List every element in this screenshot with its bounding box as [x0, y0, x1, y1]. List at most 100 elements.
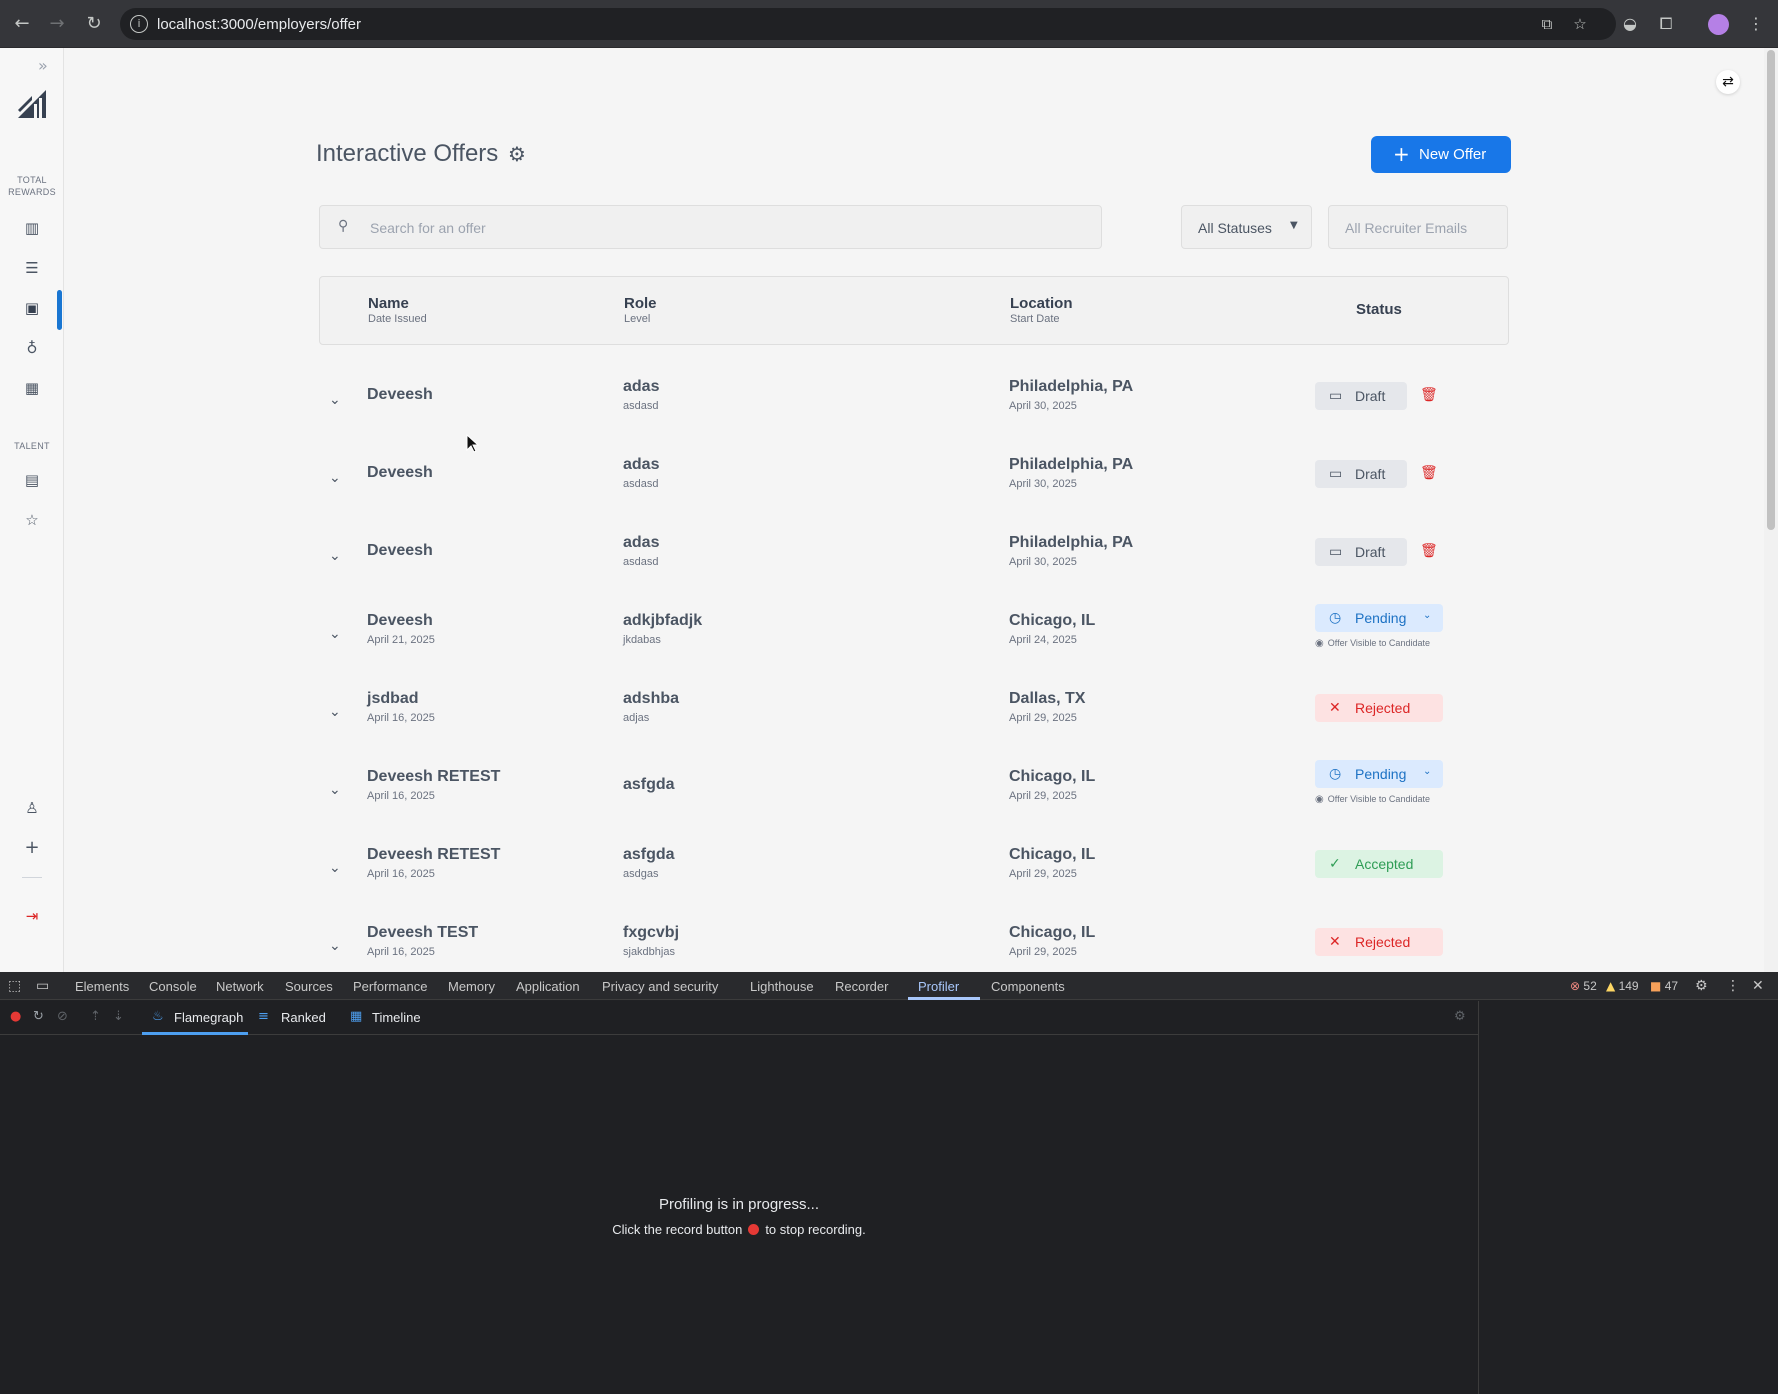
- document-icon[interactable]: ▤: [20, 468, 44, 492]
- table-row[interactable]: ⌄ jsdbad April 16, 2025 adshba adjas Dal…: [319, 682, 1509, 752]
- issues-count[interactable]: ■ 47: [1650, 979, 1678, 993]
- profiler-settings-icon[interactable]: ⚙: [1454, 1009, 1466, 1024]
- tab-application[interactable]: Application: [516, 979, 580, 994]
- expand-chevron-icon[interactable]: ⌄: [329, 938, 341, 954]
- forward-icon[interactable]: →: [45, 12, 69, 36]
- device-toolbar-icon[interactable]: ▭: [36, 978, 49, 994]
- bar-chart-icon[interactable]: ▥: [20, 216, 44, 240]
- table-row[interactable]: ⌄ Deveesh TEST April 16, 2025 fxgcvbj sj…: [319, 916, 1509, 972]
- star-icon[interactable]: ☆: [20, 508, 44, 532]
- error-count[interactable]: ⊗ 52: [1570, 979, 1597, 993]
- tab-elements[interactable]: Elements: [75, 979, 129, 994]
- add-icon[interactable]: +: [20, 836, 44, 860]
- tab-recorder[interactable]: Recorder: [835, 979, 888, 994]
- extensions-icon[interactable]: ⧠: [1654, 12, 1678, 36]
- tab-network[interactable]: Network: [216, 979, 264, 994]
- section-total-rewards: TOTAL REWARDS: [8, 175, 56, 197]
- url-text[interactable]: localhost:3000/employers/offer: [157, 16, 361, 33]
- status-dropdown[interactable]: ◷ Pending ⌄: [1315, 760, 1443, 788]
- status-badge[interactable]: ▭ Draft: [1315, 538, 1407, 566]
- status-badge[interactable]: ✕ Rejected: [1315, 694, 1443, 722]
- back-icon[interactable]: ←: [10, 12, 34, 36]
- scrollbar-thumb[interactable]: [1767, 50, 1775, 530]
- header-status[interactable]: Status: [1356, 301, 1402, 318]
- table-row[interactable]: ⌄ Deveesh adas asdasd Philadelphia, PA A…: [319, 448, 1509, 518]
- calculator-icon[interactable]: ▦: [20, 376, 44, 400]
- browser-toolbar: ← → ↻ i localhost:3000/employers/offer ⧉…: [0, 0, 1778, 48]
- address-bar[interactable]: i localhost:3000/employers/offer ⧉ ☆: [120, 8, 1616, 40]
- bookmark-star-icon[interactable]: ☆: [1570, 14, 1590, 34]
- table-row[interactable]: ⌄ Deveesh adas asdasd Philadelphia, PA A…: [319, 370, 1509, 440]
- expand-chevron-icon[interactable]: ⌄: [329, 470, 341, 486]
- expand-chevron-icon[interactable]: ⌄: [329, 392, 341, 408]
- expand-chevron-icon[interactable]: ⌄: [329, 548, 341, 564]
- clear-icon[interactable]: ⊘: [57, 1009, 68, 1024]
- subtab-flamegraph[interactable]: Flamegraph: [174, 1010, 243, 1025]
- table-row[interactable]: ⌄ Deveesh April 21, 2025 adkjbfadjk jkda…: [319, 604, 1509, 674]
- subtab-ranked[interactable]: Ranked: [281, 1010, 326, 1025]
- tab-privacy-security[interactable]: Privacy and security: [602, 979, 718, 994]
- expand-chevron-icon[interactable]: ⌄: [329, 860, 341, 876]
- record-dot-icon[interactable]: [748, 1224, 760, 1235]
- header-start-date: Start Date: [1010, 313, 1060, 325]
- page-scrollbar[interactable]: [1764, 48, 1778, 972]
- status-badge[interactable]: ✕ Rejected: [1315, 928, 1443, 956]
- profile-avatar[interactable]: [1708, 14, 1729, 35]
- tab-lighthouse[interactable]: Lighthouse: [750, 979, 814, 994]
- expand-chevron-icon[interactable]: ⌄: [329, 782, 341, 798]
- header-location[interactable]: Location: [1010, 295, 1073, 312]
- new-offer-button[interactable]: + New Offer: [1371, 136, 1511, 173]
- record-icon[interactable]: ●: [10, 1009, 21, 1024]
- logout-icon[interactable]: ⇥: [20, 904, 44, 928]
- status-badge[interactable]: ✓ Accepted: [1315, 850, 1443, 878]
- load-profile-icon[interactable]: ⇡: [90, 1009, 101, 1024]
- warning-count[interactable]: ▲ 149: [1606, 979, 1639, 993]
- trash-icon[interactable]: 🗑: [1420, 543, 1438, 559]
- header-role[interactable]: Role: [624, 295, 657, 312]
- devtools-settings-icon[interactable]: ⚙: [1695, 978, 1708, 994]
- table-row[interactable]: ⌄ Deveesh adas asdasd Philadelphia, PA A…: [319, 526, 1509, 596]
- trash-icon[interactable]: 🗑: [1420, 465, 1438, 481]
- flame-icon: ♨: [152, 1009, 164, 1024]
- tab-performance[interactable]: Performance: [353, 979, 427, 994]
- recruiter-email-filter[interactable]: All Recruiter Emails: [1328, 205, 1508, 249]
- table-row[interactable]: ⌄ Deveesh RETEST April 16, 2025 asfgda C…: [319, 760, 1509, 830]
- expand-chevron-icon[interactable]: ⌄: [329, 704, 341, 720]
- user-icon[interactable]: ♙: [20, 796, 44, 820]
- header-name[interactable]: Name: [368, 295, 409, 312]
- reload-icon[interactable]: ↻: [82, 12, 106, 36]
- header-level: Level: [624, 313, 651, 325]
- browser-menu-icon[interactable]: ⋮: [1744, 12, 1768, 36]
- trash-icon[interactable]: 🗑: [1420, 387, 1438, 403]
- save-profile-icon[interactable]: ⇣: [113, 1009, 124, 1024]
- app-page: » TOTAL REWARDS ▥ ☰ ▣ ♁ ▦ TALENT ▤ ☆ ♙ +: [0, 48, 1764, 972]
- tab-components[interactable]: Components: [991, 979, 1065, 994]
- status-filter-select[interactable]: All Statuses ▼: [1181, 205, 1312, 249]
- tab-console[interactable]: Console: [149, 979, 197, 994]
- settings-gear-icon[interactable]: ⚙: [508, 142, 526, 166]
- reload-profile-icon[interactable]: ↻: [33, 1009, 44, 1024]
- search-input[interactable]: ⚲ Search for an offer: [319, 205, 1102, 249]
- swap-icon[interactable]: ⇄: [1716, 70, 1740, 94]
- analytics-icon[interactable]: ☰: [20, 256, 44, 280]
- offers-icon[interactable]: ▣: [20, 296, 44, 320]
- tab-memory[interactable]: Memory: [448, 979, 495, 994]
- status-badge[interactable]: ▭ Draft: [1315, 460, 1407, 488]
- close-devtools-icon[interactable]: ✕: [1752, 978, 1764, 994]
- subtab-timeline[interactable]: Timeline: [372, 1010, 421, 1025]
- table-row[interactable]: ⌄ Deveesh RETEST April 16, 2025 asfgda a…: [319, 838, 1509, 908]
- tab-sources[interactable]: Sources: [285, 979, 333, 994]
- timeline-icon: ▦: [350, 1009, 363, 1024]
- lightbulb-icon[interactable]: ♁: [20, 336, 44, 360]
- app-logo[interactable]: [16, 88, 48, 120]
- status-dropdown[interactable]: ◷ Pending ⌄: [1315, 604, 1443, 632]
- expand-chevron-icon[interactable]: ⌄: [329, 626, 341, 642]
- status-badge[interactable]: ▭ Draft: [1315, 382, 1407, 410]
- extension-puzzle-icon-1[interactable]: ◒: [1618, 12, 1642, 36]
- install-app-icon[interactable]: ⧉: [1537, 14, 1557, 34]
- devtools-menu-icon[interactable]: ⋮: [1726, 978, 1740, 994]
- inspect-element-icon[interactable]: ⬚: [8, 978, 21, 994]
- tab-profiler[interactable]: Profiler: [918, 979, 959, 994]
- site-info-icon[interactable]: i: [130, 15, 148, 33]
- expand-sidebar-icon[interactable]: »: [38, 56, 48, 75]
